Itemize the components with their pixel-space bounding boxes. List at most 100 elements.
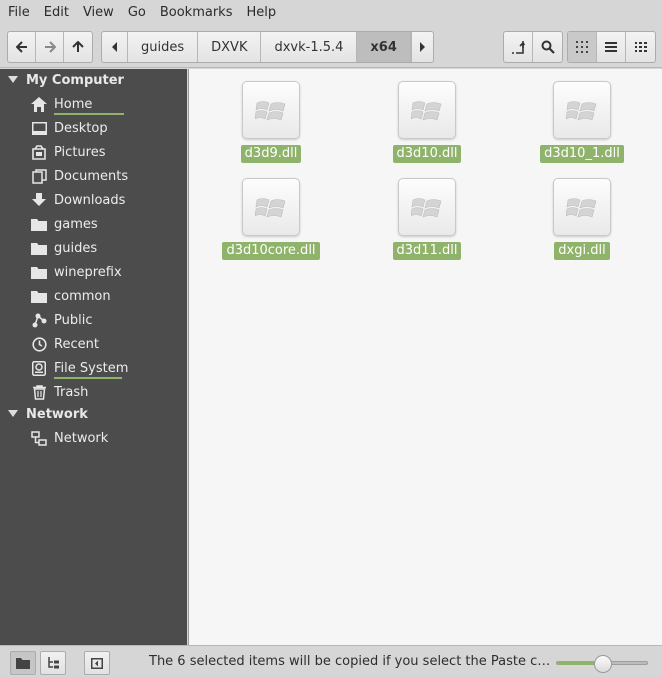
sidebar-item-guides-label: guides xyxy=(54,240,98,256)
list-view-button[interactable] xyxy=(597,32,626,62)
zoom-slider-handle[interactable] xyxy=(594,655,612,673)
dll-file-icon xyxy=(553,81,611,139)
dll-file-icon xyxy=(398,81,456,139)
file-item[interactable]: d3d11.dll xyxy=(367,178,487,260)
grid-icon xyxy=(576,41,588,53)
breadcrumb-scroll-left-button[interactable] xyxy=(102,32,128,62)
sidebar-item-recent[interactable]: Recent xyxy=(0,332,187,356)
sidebar-item-pictures[interactable]: Pictures xyxy=(0,140,187,164)
show-treeview-button[interactable] xyxy=(40,651,66,675)
network-icon xyxy=(0,430,54,446)
toggle-location-button[interactable] xyxy=(504,32,533,62)
section-network-label: Network xyxy=(26,406,88,422)
sidebar-item-games[interactable]: games xyxy=(0,212,187,236)
file-item[interactable]: d3d10.dll xyxy=(367,81,487,163)
menu-file[interactable]: File xyxy=(1,0,37,26)
file-name: d3d11.dll xyxy=(392,242,462,260)
breadcrumb-scroll-right-button[interactable] xyxy=(410,32,433,62)
menubar: File Edit View Go Bookmarks Help xyxy=(0,0,662,26)
show-places-button[interactable] xyxy=(10,651,36,675)
statusbar: The 6 selected items will be copied if y… xyxy=(0,645,662,677)
chevron-left-icon xyxy=(111,42,117,52)
menu-bookmarks[interactable]: Bookmarks xyxy=(153,0,240,26)
sidebar-item-file-system[interactable]: File System xyxy=(0,356,187,380)
collapse-triangle-icon xyxy=(0,76,26,84)
up-button[interactable] xyxy=(64,32,92,62)
sidebar: My Computer Home Desktop Pictures Docume… xyxy=(0,69,187,645)
tree-icon xyxy=(48,657,59,669)
file-item[interactable]: dxgi.dll xyxy=(522,178,642,260)
file-view[interactable]: d3d9.dll d3d10.dll d3d10_1.dll d3d10core… xyxy=(188,69,662,645)
breadcrumb-guides[interactable]: guides xyxy=(128,32,199,62)
clock-icon xyxy=(0,336,54,352)
sidebar-item-guides[interactable]: guides xyxy=(0,236,187,260)
file-item[interactable]: d3d10_1.dll xyxy=(522,81,642,163)
forward-button[interactable] xyxy=(36,32,64,62)
hide-sidebar-button[interactable] xyxy=(84,651,110,675)
compact-view-button[interactable] xyxy=(626,32,655,62)
section-network[interactable]: Network xyxy=(0,403,88,425)
dll-file-icon xyxy=(242,81,300,139)
sidebar-item-common[interactable]: common xyxy=(0,284,187,308)
file-name: d3d10core.dll xyxy=(222,242,320,260)
arrow-up-icon xyxy=(72,41,84,52)
sidebar-item-public[interactable]: Public xyxy=(0,308,187,332)
navigation-buttons xyxy=(7,31,93,63)
zoom-slider[interactable] xyxy=(556,655,648,673)
sidebar-item-documents-label: Documents xyxy=(54,168,129,184)
desktop-icon xyxy=(0,121,54,135)
sidebar-item-desktop-label: Desktop xyxy=(54,120,108,136)
search-button[interactable] xyxy=(533,32,562,62)
collapse-triangle-icon xyxy=(0,410,26,418)
menu-view[interactable]: View xyxy=(76,0,121,26)
sidebar-item-network[interactable]: Network xyxy=(0,426,187,450)
menu-edit[interactable]: Edit xyxy=(37,0,76,26)
view-mode-buttons xyxy=(567,31,656,63)
location-entry-icon xyxy=(512,41,525,54)
location-buttons xyxy=(503,31,563,63)
sidebar-item-trash[interactable]: Trash xyxy=(0,380,187,404)
home-icon xyxy=(0,96,54,112)
sidebar-item-downloads[interactable]: Downloads xyxy=(0,188,187,212)
compact-list-icon xyxy=(634,42,647,52)
folder-icon xyxy=(0,290,54,303)
share-icon xyxy=(0,313,54,328)
sidebar-item-public-label: Public xyxy=(54,312,93,328)
sidebar-item-home[interactable]: Home xyxy=(0,92,187,116)
drive-icon xyxy=(0,360,54,376)
sidebar-item-home-label: Home xyxy=(54,97,124,115)
sidebar-toggle-icon xyxy=(91,657,103,669)
toolbar: guides DXVK dxvk-1.5.4 x64 xyxy=(0,26,662,68)
status-text: The 6 selected items will be copied if y… xyxy=(149,654,551,669)
downloads-icon xyxy=(0,192,54,208)
menu-help[interactable]: Help xyxy=(239,0,283,26)
breadcrumb: guides DXVK dxvk-1.5.4 x64 xyxy=(101,31,434,63)
sidebar-item-documents[interactable]: Documents xyxy=(0,164,187,188)
sidebar-item-games-label: games xyxy=(54,216,98,232)
breadcrumb-dxvk[interactable]: DXVK xyxy=(198,32,262,62)
usage-indicator xyxy=(54,376,122,379)
breadcrumb-x64[interactable]: x64 xyxy=(357,32,411,62)
folder-icon xyxy=(0,218,54,231)
chevron-right-icon xyxy=(420,42,426,52)
folder-icon xyxy=(0,242,54,255)
sidebar-item-wineprefix[interactable]: wineprefix xyxy=(0,260,187,284)
file-item[interactable]: d3d10core.dll xyxy=(211,178,331,260)
file-name: d3d9.dll xyxy=(240,145,302,163)
file-name: d3d10.dll xyxy=(392,145,462,163)
menu-go[interactable]: Go xyxy=(121,0,153,26)
trash-icon xyxy=(0,384,54,400)
section-my-computer-label: My Computer xyxy=(26,72,124,88)
mounted-indicator xyxy=(54,112,124,115)
documents-icon xyxy=(0,168,54,184)
dll-file-icon xyxy=(398,178,456,236)
dll-file-icon xyxy=(242,178,300,236)
back-button[interactable] xyxy=(8,32,36,62)
file-item[interactable]: d3d9.dll xyxy=(211,81,331,163)
sidebar-item-desktop[interactable]: Desktop xyxy=(0,116,187,140)
icon-view-button[interactable] xyxy=(568,32,597,62)
sidebar-item-common-label: common xyxy=(54,288,111,304)
breadcrumb-dxvk-version[interactable]: dxvk-1.5.4 xyxy=(261,32,358,62)
sidebar-item-wineprefix-label: wineprefix xyxy=(54,264,122,280)
section-my-computer[interactable]: My Computer xyxy=(0,69,124,91)
